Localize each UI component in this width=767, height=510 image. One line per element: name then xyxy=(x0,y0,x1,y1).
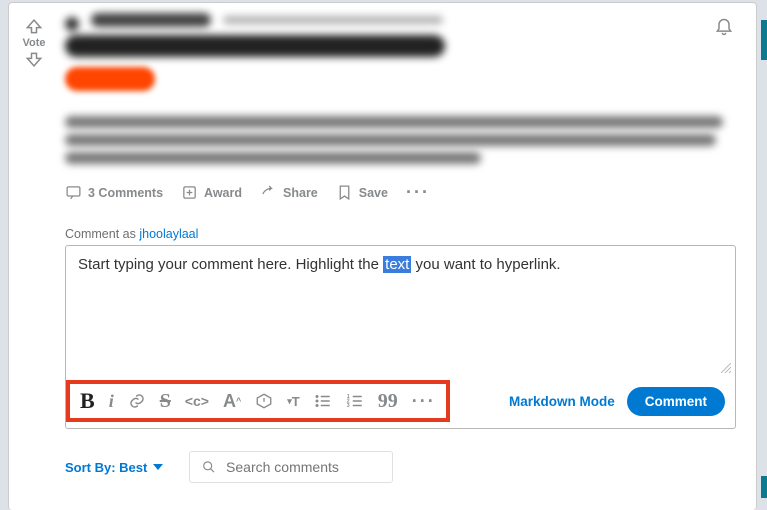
inline-code-button[interactable]: <c> xyxy=(185,393,209,409)
toolbar-more-button[interactable]: ··· xyxy=(412,391,436,412)
highlighted-text: text xyxy=(383,256,411,273)
markdown-mode-button[interactable]: Markdown Mode xyxy=(509,394,615,409)
award-label: Award xyxy=(204,186,242,200)
bullet-list-button[interactable] xyxy=(314,392,332,410)
search-comments-box[interactable] xyxy=(189,451,393,483)
search-comments-input[interactable] xyxy=(224,458,380,476)
upvote-button[interactable] xyxy=(24,16,44,36)
downvote-button[interactable] xyxy=(24,50,44,70)
resize-handle[interactable] xyxy=(721,360,731,370)
bold-button[interactable]: B xyxy=(80,388,95,414)
superscript-button[interactable]: A^ xyxy=(223,391,241,412)
italic-button[interactable]: i xyxy=(109,391,114,412)
comment-textarea[interactable]: Start typing your comment here. Highligh… xyxy=(66,246,735,374)
comment-editor: Start typing your comment here. Highligh… xyxy=(65,245,736,429)
comment-as-line: Comment as jhoolaylaal xyxy=(65,227,736,241)
save-label: Save xyxy=(359,186,388,200)
sort-dropdown[interactable]: Sort By: Best xyxy=(65,460,163,475)
award-button[interactable]: Award xyxy=(181,184,242,201)
share-label: Share xyxy=(283,186,318,200)
share-button[interactable]: Share xyxy=(260,184,318,201)
spoiler-button[interactable] xyxy=(255,392,273,410)
comments-label: 3 Comments xyxy=(88,186,163,200)
strikethrough-button[interactable]: S xyxy=(160,390,171,413)
numbered-list-button[interactable]: 123 xyxy=(346,392,364,410)
submit-comment-button[interactable]: Comment xyxy=(627,387,725,416)
username-link[interactable]: jhoolaylaal xyxy=(139,227,198,241)
more-button[interactable]: ··· xyxy=(406,182,430,203)
heading-button[interactable]: ▾T xyxy=(287,394,299,409)
quote-button[interactable]: 99 xyxy=(378,390,398,413)
vote-label: Vote xyxy=(22,37,45,49)
comments-button[interactable]: 3 Comments xyxy=(65,184,163,201)
link-button[interactable] xyxy=(128,392,146,410)
post-flair xyxy=(65,67,155,91)
save-button[interactable]: Save xyxy=(336,184,388,201)
svg-text:3: 3 xyxy=(346,403,349,409)
formatting-toolbar-highlight: B i S <c> A^ ▾T 123 99 ··· xyxy=(66,380,450,422)
